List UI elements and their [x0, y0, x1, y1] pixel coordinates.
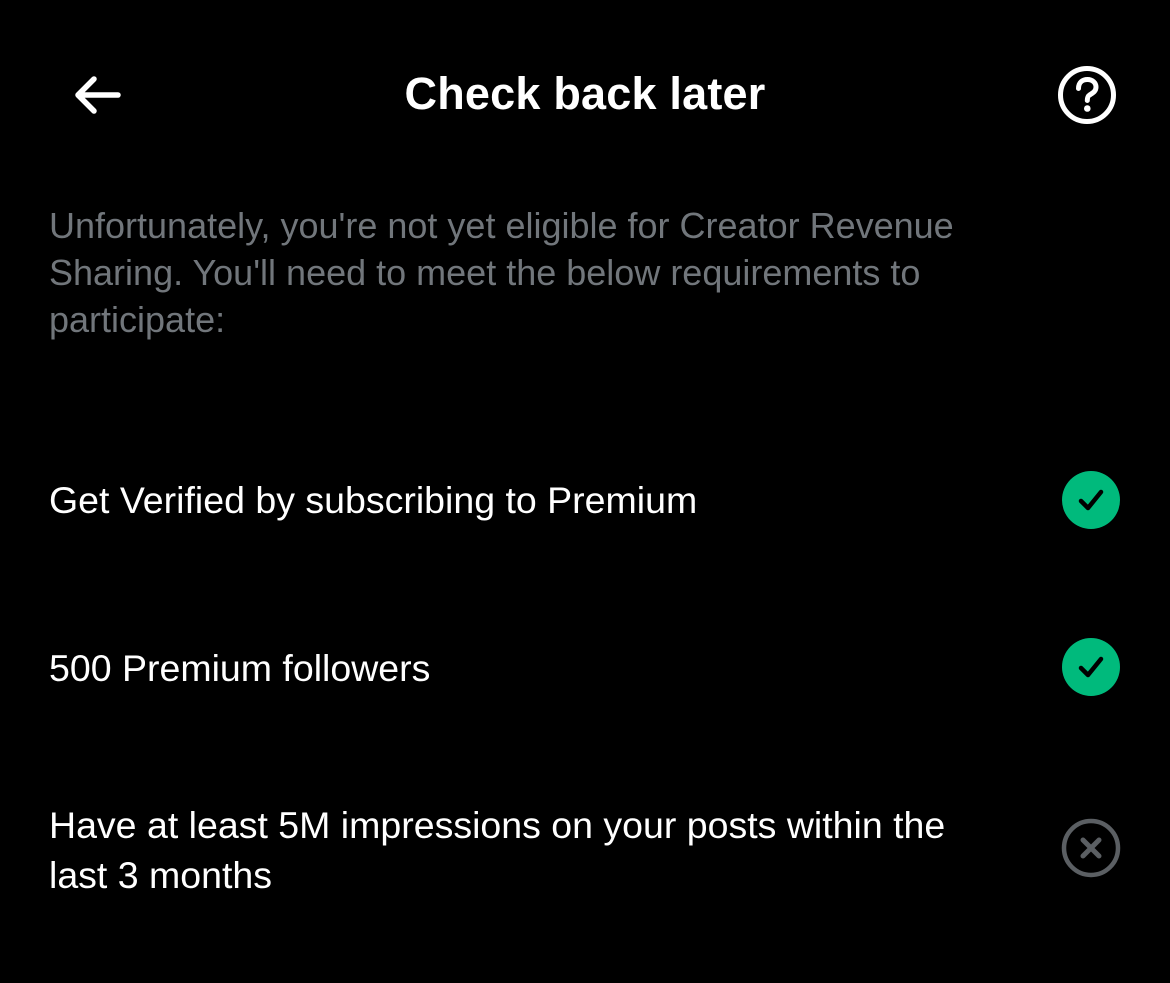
- x-circle-icon: [1061, 818, 1121, 878]
- page-title: Check back later: [404, 68, 766, 119]
- requirement-followers: 500 Premium followers: [49, 637, 1121, 698]
- requirement-status: [1061, 470, 1121, 530]
- requirement-label: Have at least 5M impressions on your pos…: [49, 804, 946, 896]
- requirement-status: [1061, 818, 1121, 878]
- question-circle-icon: [1058, 66, 1116, 124]
- top-bar: Check back later: [0, 0, 1170, 185]
- help-button[interactable]: [1052, 60, 1122, 130]
- check-circle-icon: [1062, 638, 1120, 696]
- check-circle-icon: [1062, 471, 1120, 529]
- requirement-verified: Get Verified by subscribing to Premium: [49, 470, 1121, 530]
- requirement-status: [1061, 637, 1121, 697]
- requirement-label: 500 Premium followers: [49, 647, 431, 689]
- eligibility-description: Unfortunately, you're not yet eligible f…: [49, 205, 954, 340]
- requirement-label: Get Verified by subscribing to Premium: [49, 479, 698, 521]
- requirement-impressions: Have at least 5M impressions on your pos…: [49, 798, 1121, 902]
